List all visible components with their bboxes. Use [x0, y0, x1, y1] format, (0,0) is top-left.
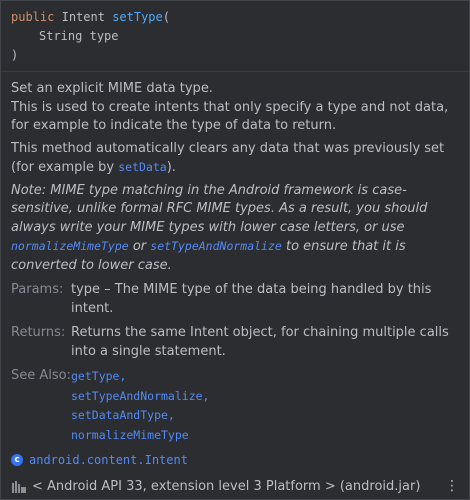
- setdata-link[interactable]: setData: [118, 160, 166, 174]
- returns-text: Returns the same Intent object, for chai…: [71, 325, 449, 359]
- see-also-setdataandtype-link[interactable]: setDataAndType,: [71, 408, 175, 422]
- class-icon: c: [11, 454, 23, 467]
- clears-data-text: This method automatically clears any dat…: [11, 140, 445, 176]
- see-also-gettype-link[interactable]: getType,: [71, 369, 126, 383]
- description-line-1: Set an explicit MIME data type.: [11, 81, 213, 96]
- params-label: Params:: [11, 282, 64, 297]
- doc-popup: public Intent setType( String type ) Set…: [1, 1, 469, 496]
- close-paren: ): [11, 48, 19, 62]
- method-signature: public Intent setType( String type ): [1, 1, 469, 72]
- param-name: type: [89, 29, 119, 43]
- see-also-label: See Also:: [11, 368, 71, 383]
- method-name: setType: [112, 10, 163, 24]
- modifier-keyword: public: [11, 10, 55, 24]
- params-section: Params: type – The MIME type of the data…: [11, 281, 459, 318]
- class-name-link[interactable]: android.content.Intent: [29, 451, 188, 470]
- note-text-1: Note: MIME type matching in the Android …: [11, 182, 428, 235]
- returns-label: Returns:: [11, 325, 66, 340]
- open-paren: (: [162, 10, 170, 24]
- signature-line-1: public Intent setType(: [11, 8, 459, 27]
- see-also-settypeandnormalize-link[interactable]: setTypeAndNormalize,: [71, 389, 209, 403]
- library-info: < Android API 33, extension level 3 Plat…: [11, 478, 459, 497]
- normalizemimetype-link[interactable]: normalizeMimeType: [11, 239, 129, 253]
- signature-line-2: String type: [11, 27, 459, 46]
- see-also-list: getType, setTypeAndNormalize, setDataAnd…: [71, 367, 459, 445]
- class-reference: c android.content.Intent: [11, 451, 459, 470]
- see-also-normalizemimetype-link[interactable]: normalizeMimeType: [71, 428, 189, 442]
- signature-line-3: ): [11, 46, 459, 65]
- param-type[interactable]: String: [39, 29, 82, 43]
- returns-section: Returns: Returns the same Intent object,…: [11, 324, 459, 361]
- note-text-2: or: [128, 239, 151, 254]
- return-type[interactable]: Intent: [62, 10, 105, 24]
- settypeandnormalize-link[interactable]: setTypeAndNormalize: [150, 239, 282, 253]
- params-text: type – The MIME type of the data being h…: [71, 282, 432, 316]
- clears-data-end: ).: [166, 160, 176, 175]
- library-text: < Android API 33, extension level 3 Plat…: [32, 478, 421, 494]
- description-line-2: This is used to create intents that only…: [11, 99, 449, 134]
- doc-content: Set an explicit MIME data type. This is …: [1, 72, 469, 496]
- library-icon: [12, 480, 26, 493]
- more-vertical-icon[interactable]: ⋮: [445, 479, 459, 493]
- description-paragraph-1: Set an explicit MIME data type. This is …: [11, 80, 459, 136]
- description-paragraph-2: This method automatically clears any dat…: [11, 140, 459, 178]
- note-paragraph: Note: MIME type matching in the Android …: [11, 182, 459, 276]
- see-also-section: See Also: getType, setTypeAndNormalize, …: [11, 367, 459, 445]
